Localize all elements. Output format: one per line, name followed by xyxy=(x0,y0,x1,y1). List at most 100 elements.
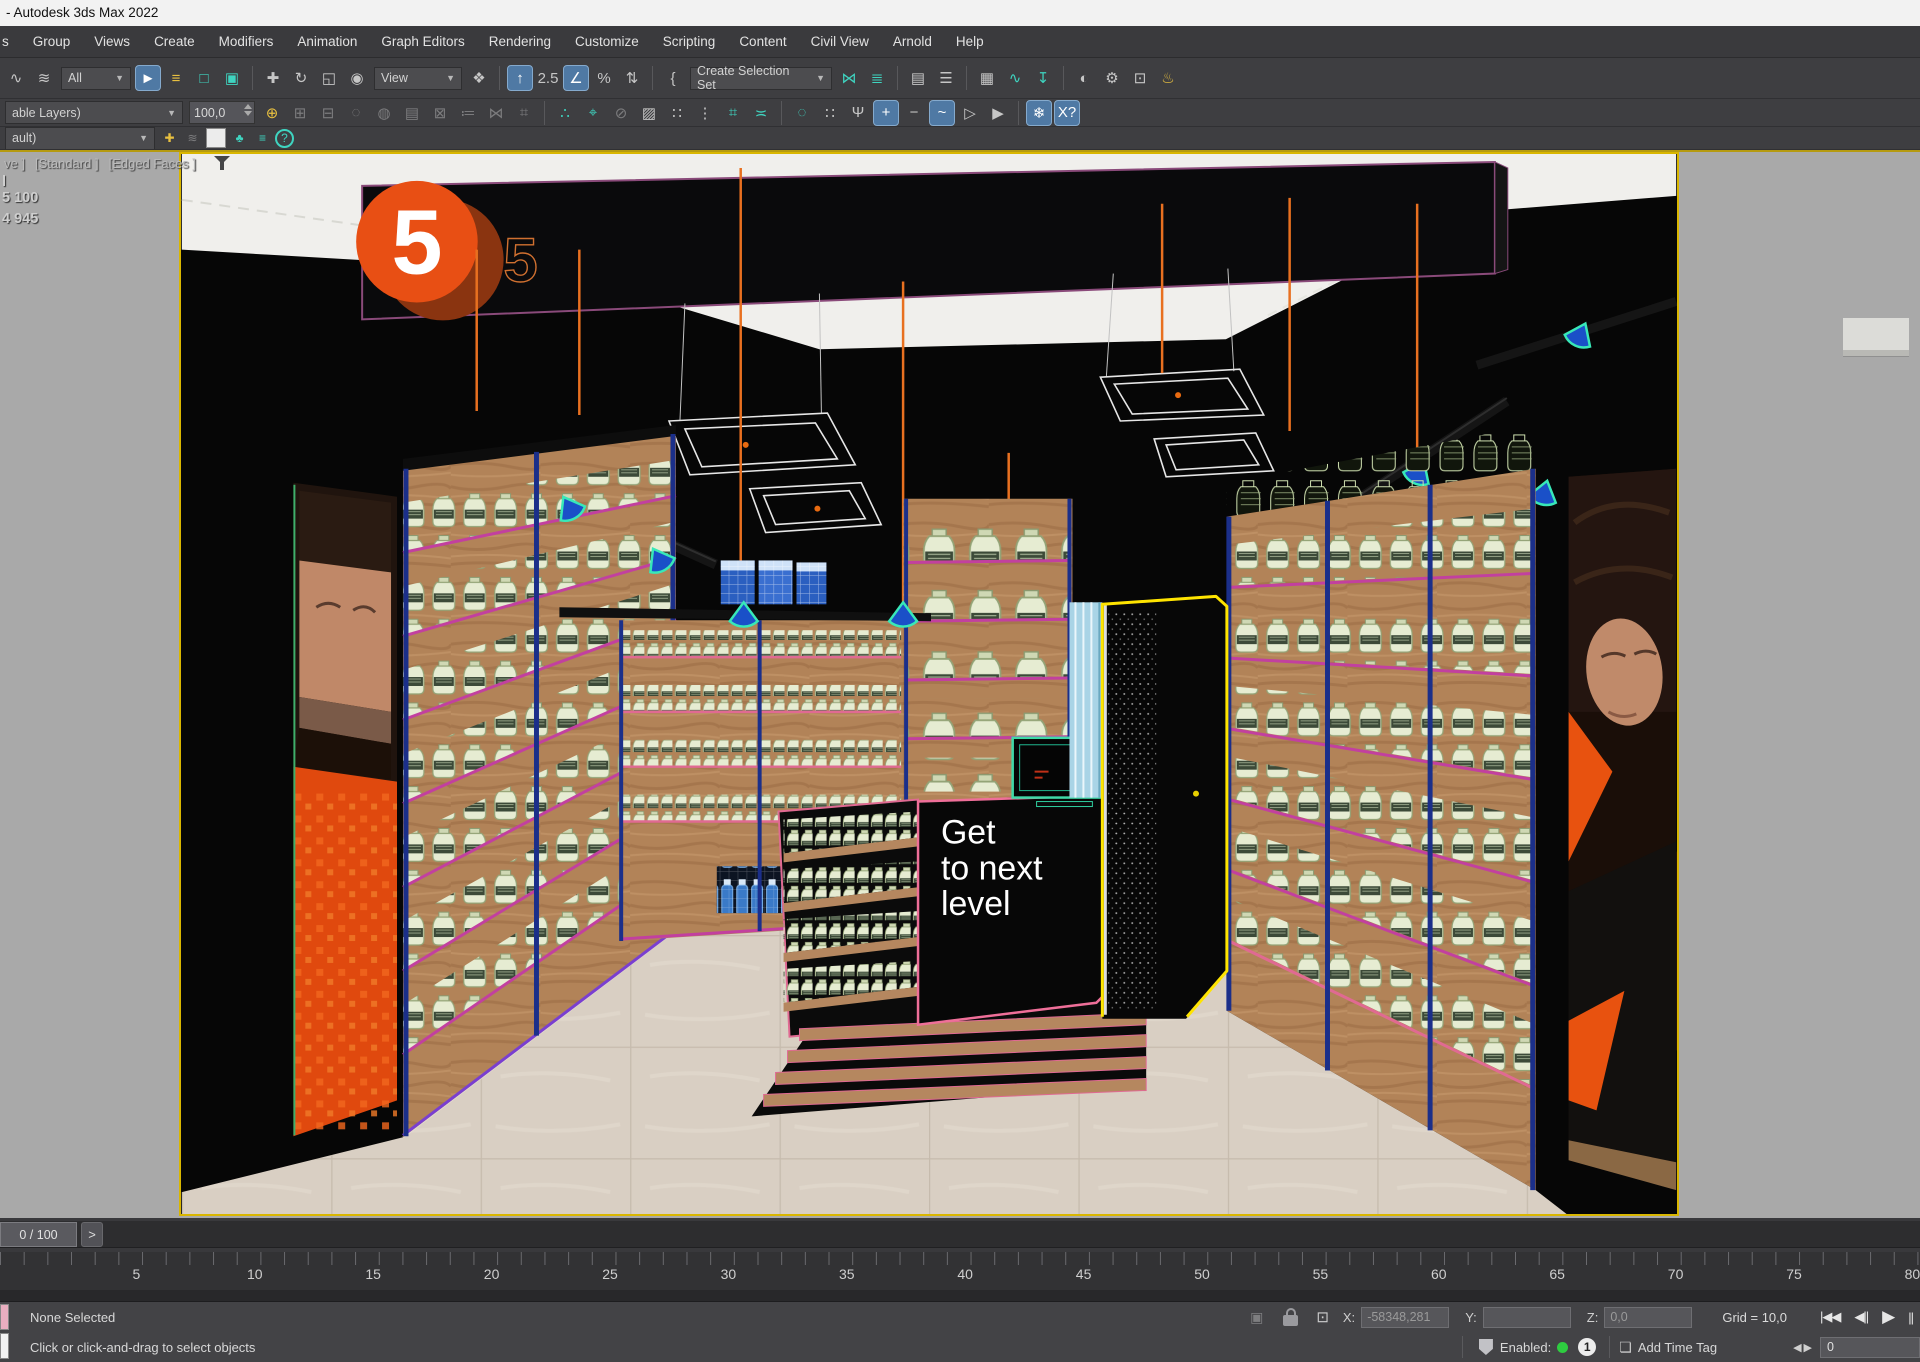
set-current-layer-icon[interactable]: ⊠ xyxy=(427,100,453,126)
key-step-forward-icon[interactable]: ▷ xyxy=(957,100,983,126)
menu-item-customize[interactable]: Customize xyxy=(563,34,651,49)
perspective-viewport-scene[interactable]: 5 5 xyxy=(179,152,1679,1216)
timeline-ruler[interactable]: 5101520253035404550556065707580 xyxy=(0,1252,1920,1290)
notes-icon[interactable]: ≡ xyxy=(252,128,273,149)
layer-explorer-icon[interactable]: ☰ xyxy=(933,65,959,91)
snaps-toggle-icon[interactable]: 2.5 xyxy=(535,65,561,91)
selection-lock-icon[interactable] xyxy=(1283,1315,1298,1326)
spinner-snap-icon[interactable]: ⇅ xyxy=(619,65,645,91)
angle-snap-icon[interactable]: ∠ xyxy=(563,65,589,91)
menu-item-arnold[interactable]: Arnold xyxy=(881,34,944,49)
select-and-rotate-icon[interactable]: ↻ xyxy=(288,65,314,91)
select-and-place-icon[interactable]: ◉ xyxy=(344,65,370,91)
merge-layers-icon[interactable]: ⋈ xyxy=(483,100,509,126)
dot-grid-icon[interactable]: ∷ xyxy=(817,100,843,126)
menu-item-modifiers[interactable]: Modifiers xyxy=(207,34,286,49)
render-setup-icon[interactable]: ⚙ xyxy=(1099,65,1125,91)
next-frame-cut-button[interactable]: || xyxy=(1908,1310,1913,1325)
freeze-transform-icon[interactable]: ❄ xyxy=(1026,100,1052,126)
keyboard-override-icon[interactable]: ↑ xyxy=(507,65,533,91)
array-tool-icon[interactable]: ∷ xyxy=(664,100,690,126)
menu-item-s[interactable]: s xyxy=(0,34,21,49)
named-selection-set-dropdown[interactable]: Create Selection Set▼ xyxy=(690,67,832,90)
hide-layer-icon[interactable]: ◌ xyxy=(343,100,369,126)
menu-item-create[interactable]: Create xyxy=(142,34,207,49)
menu-item-rendering[interactable]: Rendering xyxy=(477,34,563,49)
viewport-edged-faces-label[interactable]: [Edged Faces ] xyxy=(109,156,196,171)
add-key-icon[interactable]: + xyxy=(873,100,899,126)
add-preset-icon[interactable]: ✚ xyxy=(159,128,180,149)
menu-item-graph-editors[interactable]: Graph Editors xyxy=(369,34,476,49)
collapse-layers-icon[interactable]: ⌗ xyxy=(511,100,537,126)
time-slider-track[interactable] xyxy=(0,1221,1920,1248)
wire-parameters-icon[interactable]: Ψ xyxy=(845,100,871,126)
measure-tool-icon[interactable]: ≍ xyxy=(748,100,774,126)
mirror-icon[interactable]: ⋈ xyxy=(836,65,862,91)
select-by-name-icon[interactable]: ≡ xyxy=(163,65,189,91)
time-slider-handle[interactable]: 0 / 100 xyxy=(0,1222,77,1247)
menu-item-views[interactable]: Views xyxy=(82,34,142,49)
layer-stack-icon[interactable]: ≋ xyxy=(182,128,203,149)
viewport-name-label[interactable]: ve ] xyxy=(4,156,25,171)
viewport-shading-label[interactable]: [Standard ] xyxy=(35,156,99,171)
render-icon[interactable]: ♨ xyxy=(1155,65,1181,91)
snap-target-icon[interactable]: ⌖ xyxy=(580,100,606,126)
material-editor-icon[interactable]: ◐ xyxy=(1071,65,1097,91)
filter-funnel-icon[interactable] xyxy=(214,156,230,170)
menu-item-content[interactable]: Content xyxy=(727,34,798,49)
vegetation-icon[interactable]: ♣ xyxy=(229,128,250,149)
rendered-frame-icon[interactable]: ⊡ xyxy=(1127,65,1153,91)
selection-filter-dropdown[interactable]: All▼ xyxy=(61,67,131,90)
layer-properties-icon[interactable]: ≔ xyxy=(455,100,481,126)
frame-spinner-arrows[interactable]: ◀▶ xyxy=(1793,1341,1814,1354)
percent-snap-icon[interactable]: % xyxy=(591,65,617,91)
select-layer-objects-icon[interactable]: ▤ xyxy=(399,100,425,126)
blue-product-boxes[interactable] xyxy=(721,560,827,604)
black-display-case[interactable] xyxy=(1102,596,1227,1018)
soft-selection-icon[interactable]: ⊘ xyxy=(608,100,634,126)
add-time-tag[interactable]: Add Time Tag xyxy=(1638,1340,1717,1355)
viewport-area[interactable]: ve ] [Standard ] [Edged Faces ] l 5 100 … xyxy=(0,150,1920,1218)
add-selection-to-layer-icon[interactable]: ⊞ xyxy=(287,100,313,126)
schematic-view-icon[interactable]: ↧ xyxy=(1030,65,1056,91)
scene-explorer-icon[interactable]: ▤ xyxy=(905,65,931,91)
edit-named-selection-sets-icon[interactable]: { xyxy=(660,65,686,91)
grid-align-icon[interactable]: ⌗ xyxy=(720,100,746,126)
y-coord-field[interactable] xyxy=(1483,1307,1571,1328)
select-and-link-icon[interactable]: ∿ xyxy=(3,65,29,91)
micro-units-icon[interactable]: ∴ xyxy=(552,100,578,126)
track-bar[interactable] xyxy=(0,1290,1920,1302)
previous-frame-button[interactable]: ◀|| xyxy=(1854,1309,1868,1325)
viewport-label[interactable]: ve ] [Standard ] [Edged Faces ] xyxy=(4,156,230,171)
distant-object[interactable] xyxy=(1843,318,1909,356)
menu-item-animation[interactable]: Animation xyxy=(285,34,369,49)
window-crossing-icon[interactable]: ▣ xyxy=(219,65,245,91)
use-pivot-center-icon[interactable]: ❖ xyxy=(466,65,492,91)
x-coord-field[interactable]: -58348,281 xyxy=(1361,1307,1449,1328)
center-display-stand[interactable]: Get to next level xyxy=(752,795,1147,1117)
preset-dropdown[interactable]: ault)▼ xyxy=(5,127,155,150)
cyan-door-column[interactable] xyxy=(1069,602,1102,797)
select-and-move-icon[interactable]: ✚ xyxy=(260,65,286,91)
key-step-play-icon[interactable]: ▶ xyxy=(985,100,1011,126)
current-frame-field[interactable]: 0 xyxy=(1820,1337,1920,1358)
delete-layer-icon[interactable]: ⊟ xyxy=(315,100,341,126)
z-coord-field[interactable]: 0,0 xyxy=(1604,1307,1692,1328)
curve-editor-icon[interactable]: ∿ xyxy=(1002,65,1028,91)
percent-spinner[interactable]: 100,0 xyxy=(189,101,255,124)
remove-key-icon[interactable]: − xyxy=(901,100,927,126)
selection-region-circle-icon[interactable]: ◌ xyxy=(789,100,815,126)
ribbon-icon[interactable]: ▦ xyxy=(974,65,1000,91)
security-shield-icon[interactable] xyxy=(1479,1339,1493,1355)
isolate-selection-icon[interactable]: ▣ xyxy=(1250,1309,1263,1326)
paint-selection-icon[interactable]: ▨ xyxy=(636,100,662,126)
layers-dropdown[interactable]: able Layers)▼ xyxy=(5,101,183,124)
align-icon[interactable]: ≣ xyxy=(864,65,890,91)
left-banner-man[interactable] xyxy=(293,483,397,1137)
play-button[interactable]: ▶ xyxy=(1882,1307,1894,1327)
go-to-start-button[interactable]: |◀◀ xyxy=(1820,1309,1840,1325)
right-banner-woman[interactable] xyxy=(1569,469,1677,1190)
slide-key-icon[interactable]: ~ xyxy=(929,100,955,126)
time-slider[interactable]: 0 / 100 > xyxy=(0,1218,1920,1252)
select-and-scale-icon[interactable]: ◱ xyxy=(316,65,342,91)
